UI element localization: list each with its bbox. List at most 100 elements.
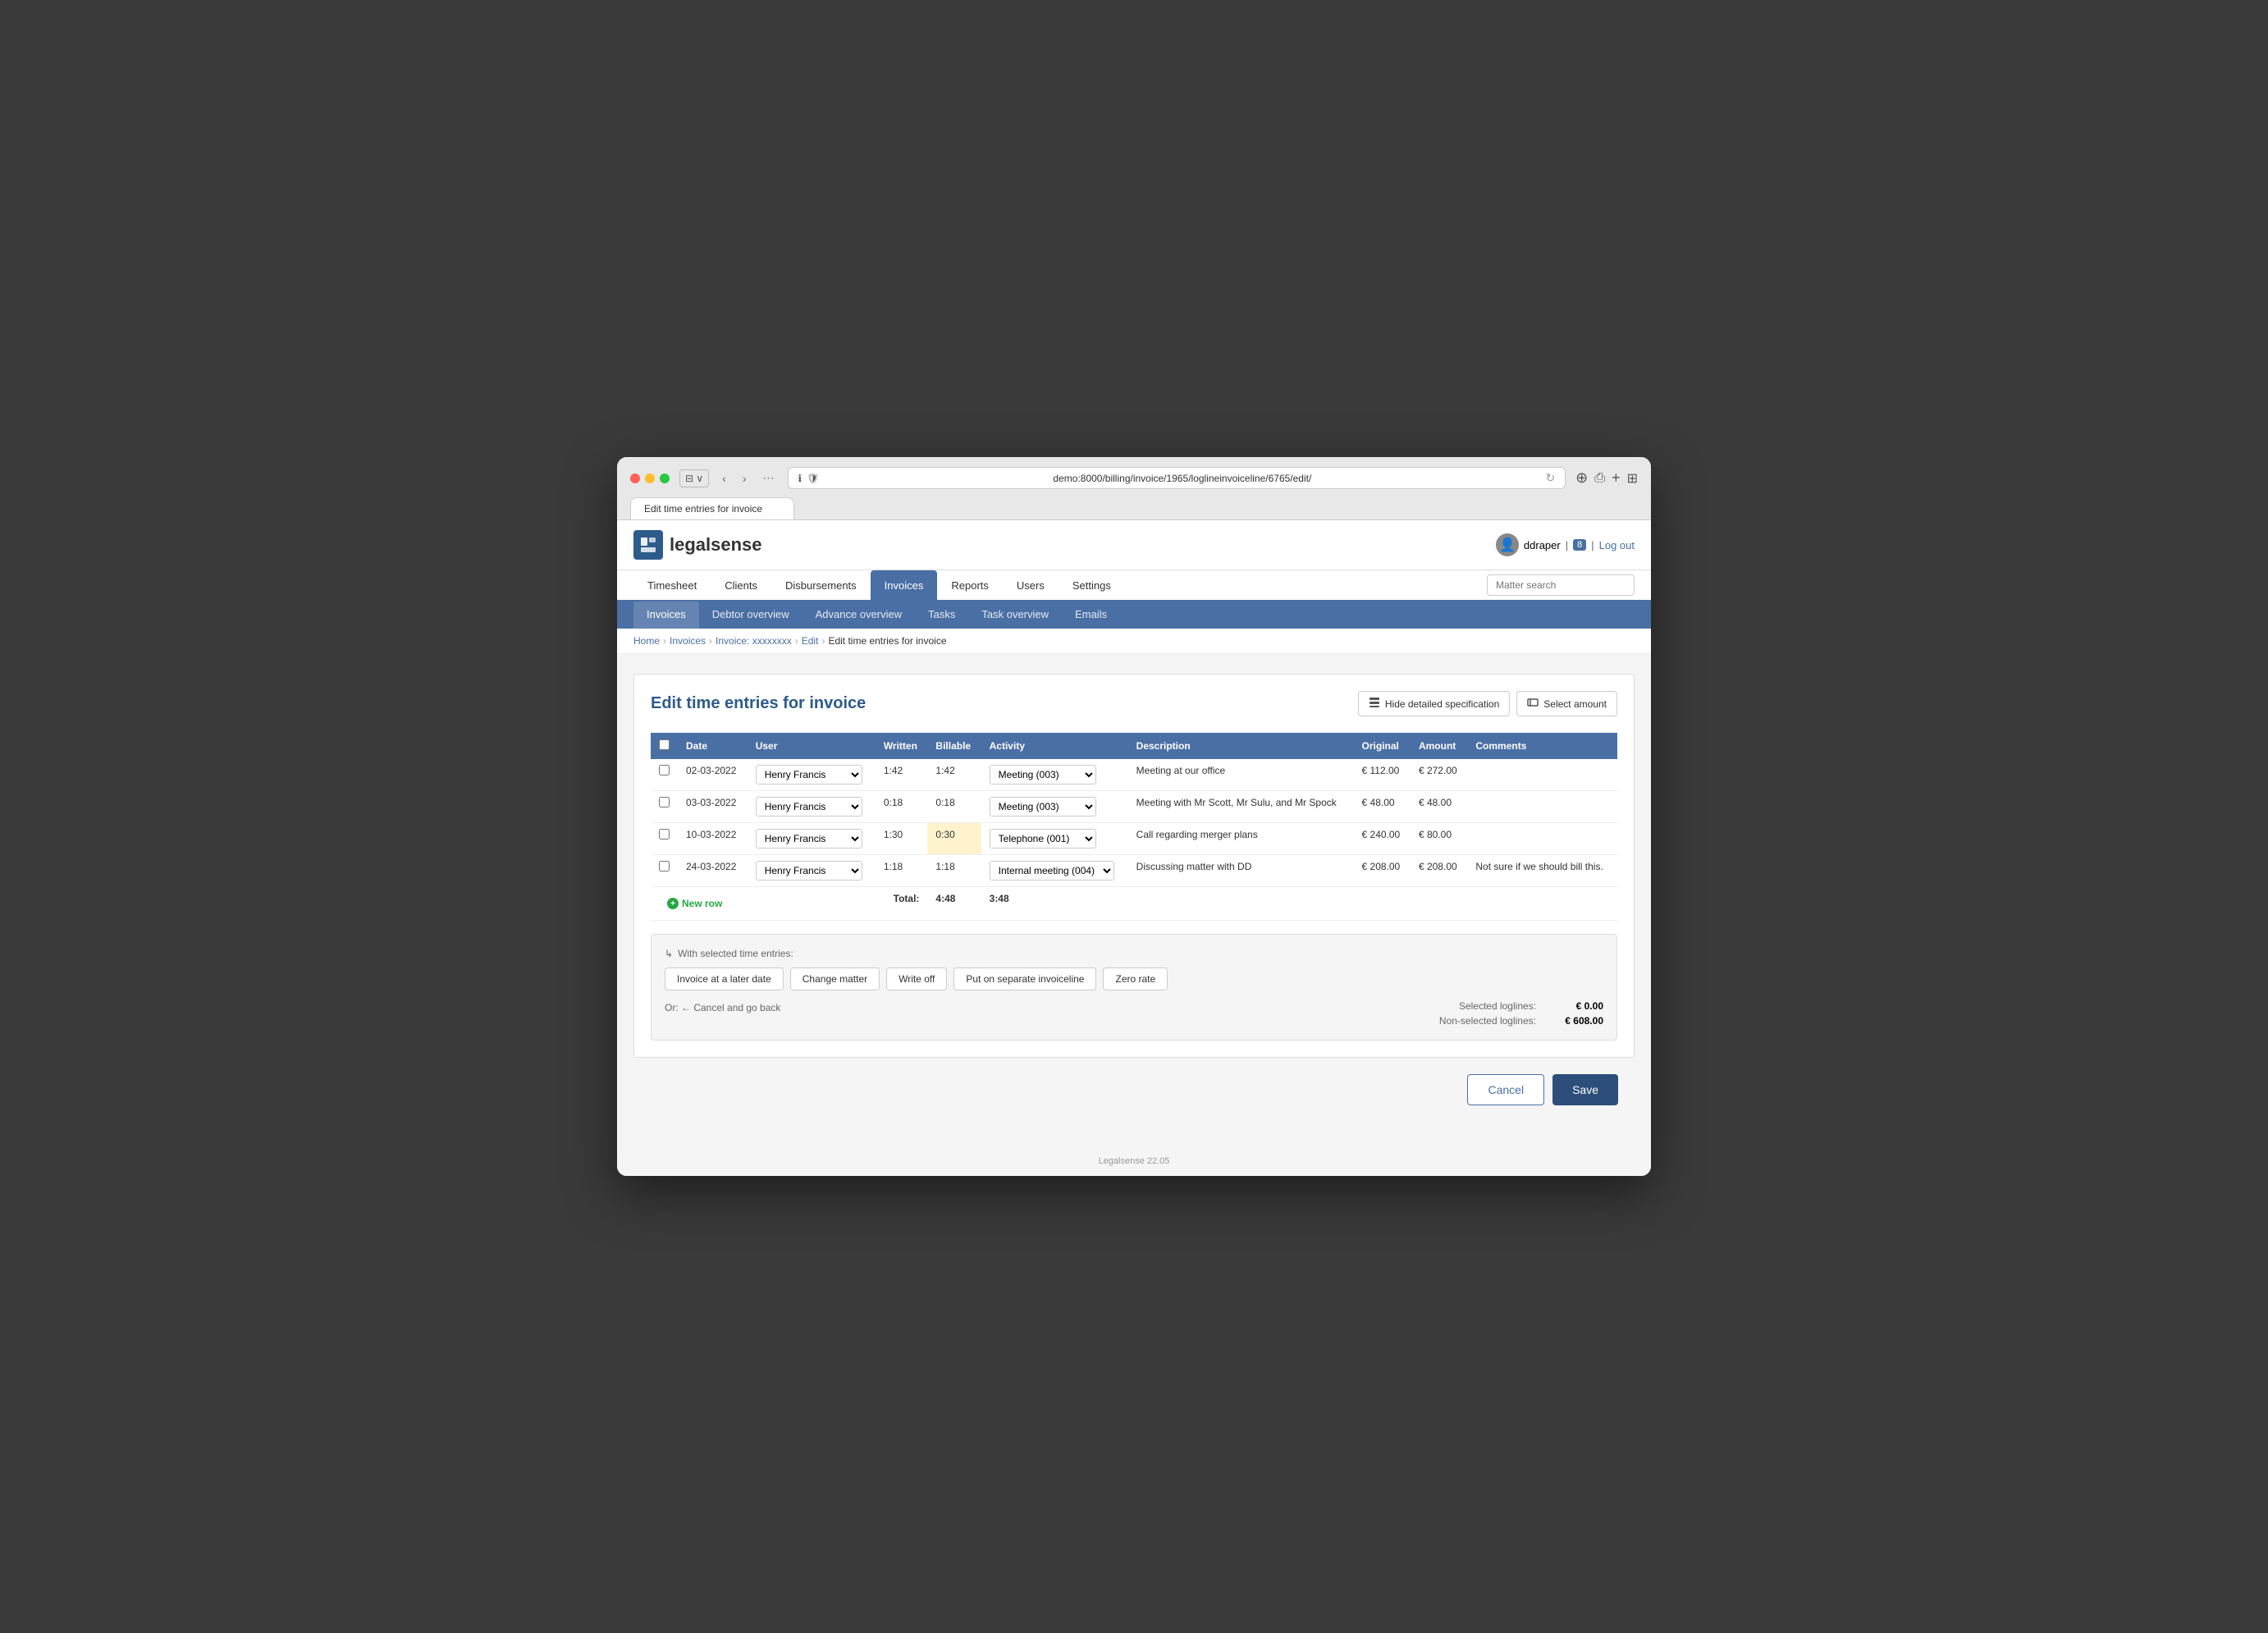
breadcrumb-invoices[interactable]: Invoices [670,635,706,647]
nav-clients[interactable]: Clients [711,570,771,600]
nav-users[interactable]: Users [1003,570,1059,600]
cell-user: Henry Francis [748,791,876,823]
user-select[interactable]: Henry Francis [756,765,862,784]
cell-written: 1:30 [876,823,928,855]
browser-window: ⊟ ∨ ‹ › ⋯ ℹ 🛡 demo:8000/billing/invoice/… [617,457,1651,1176]
user-select[interactable]: Henry Francis [756,861,862,881]
active-tab[interactable]: Edit time entries for invoice [630,497,794,519]
activity-select[interactable]: Meeting (003) [990,765,1096,784]
cell-comments [1467,759,1617,791]
address-bar[interactable]: ℹ 🛡 demo:8000/billing/invoice/1965/logli… [788,467,1566,489]
nav-disbursements[interactable]: Disbursements [771,570,871,600]
subnav-invoices[interactable]: Invoices [633,602,699,629]
cell-billable: 1:42 [927,759,981,791]
app-header: legalsense 👤 ddraper | 8 | Log out [617,520,1651,570]
activity-select[interactable]: Telephone (001) [990,829,1096,849]
cell-activity: Internal meeting (004) [981,855,1128,887]
row-checkbox[interactable] [659,829,670,839]
col-date: Date [678,733,748,759]
separate-invoiceline-button[interactable]: Put on separate invoiceline [953,967,1096,990]
new-row-total-row: + New row Total: 4:48 3:48 [651,887,1617,921]
actions-layout: Or: ← Cancel and go back Selected loglin… [665,1000,1603,1027]
invoice-later-button[interactable]: Invoice at a later date [665,967,784,990]
new-tab-icon[interactable]: + [1612,469,1621,487]
close-button[interactable] [630,473,640,483]
arrow-icon: ↳ [665,948,673,959]
cell-date: 03-03-2022 [678,791,748,823]
non-selected-loglines-value: € 608.00 [1546,1015,1603,1027]
select-amount-button[interactable]: Select amount [1516,691,1617,716]
page-title: Edit time entries for invoice [651,694,866,713]
breadcrumb: Home › Invoices › Invoice: xxxxxxxx › Ed… [617,629,1651,654]
extensions-icon[interactable]: ⊕ [1575,469,1588,487]
cell-amount: € 272.00 [1411,759,1467,791]
write-off-button[interactable]: Write off [886,967,947,990]
main-nav: Timesheet Clients Disbursements Invoices… [617,570,1651,602]
grid-button[interactable]: ⋯ [760,469,778,487]
cell-written: 1:18 [876,855,928,887]
total-label: Total: [876,887,928,921]
nav-timesheet[interactable]: Timesheet [633,570,711,600]
change-matter-button[interactable]: Change matter [790,967,880,990]
nav-reports[interactable]: Reports [937,570,1003,600]
selected-loglines-row: Selected loglines: € 0.00 [1459,1000,1603,1012]
reload-icon[interactable]: ↻ [1545,471,1555,485]
subnav-task-overview[interactable]: Task overview [968,602,1062,629]
selected-label: ↳ With selected time entries: [665,948,1603,959]
menu-icon[interactable]: ⊞ [1627,470,1638,487]
breadcrumb-edit[interactable]: Edit [802,635,819,647]
share-icon[interactable]: ⎙ [1594,471,1605,486]
breadcrumb-invoice[interactable]: Invoice: xxxxxxxx [716,635,792,647]
add-icon: + [667,898,679,909]
col-amount: Amount [1411,733,1467,759]
cell-written: 0:18 [876,791,928,823]
col-original: Original [1354,733,1411,759]
user-select[interactable]: Henry Francis [756,829,862,849]
sidebar-toggle-button[interactable]: ⊟ ∨ [679,469,709,487]
cell-date: 10-03-2022 [678,823,748,855]
app-content: legalsense 👤 ddraper | 8 | Log out Times… [617,520,1651,1176]
new-row-button[interactable]: + New row [659,893,739,914]
minimize-button[interactable] [645,473,655,483]
url-display: demo:8000/billing/invoice/1965/loglinein… [824,473,1540,484]
loglines-summary: Selected loglines: € 0.00 Non-selected l… [1439,1000,1603,1027]
row-checkbox[interactable] [659,765,670,775]
back-button[interactable]: ‹ [719,470,729,487]
maximize-button[interactable] [660,473,670,483]
subnav-advance-overview[interactable]: Advance overview [802,602,916,629]
row-checkbox[interactable] [659,797,670,807]
time-entries-table: Date User Written Billable Activity Desc… [651,733,1617,921]
save-button[interactable]: Save [1552,1074,1618,1105]
username: ddraper [1524,539,1561,551]
cell-user: Henry Francis [748,759,876,791]
zero-rate-button[interactable]: Zero rate [1103,967,1168,990]
hide-spec-button[interactable]: Hide detailed specification [1358,691,1510,716]
user-select[interactable]: Henry Francis [756,797,862,816]
matter-search-input[interactable] [1487,574,1635,596]
subnav-debtor-overview[interactable]: Debtor overview [699,602,802,629]
activity-select[interactable]: Internal meeting (004) [990,861,1114,881]
version-text: Legalsense 22.05 [1099,1156,1170,1166]
header-buttons: Hide detailed specification Select amoun… [1358,691,1617,716]
activity-select[interactable]: Meeting (003) [990,797,1096,816]
cell-amount: € 48.00 [1411,791,1467,823]
nav-invoices[interactable]: Invoices [871,570,938,600]
tab-bar: Edit time entries for invoice [630,497,1638,519]
select-all-checkbox[interactable] [659,739,670,750]
browser-actions: ⊕ ⎙ + ⊞ [1575,469,1638,487]
breadcrumb-current: Edit time entries for invoice [828,635,946,647]
logout-link[interactable]: Log out [1599,539,1635,551]
cancel-button[interactable]: Cancel [1467,1074,1544,1105]
subnav-emails[interactable]: Emails [1062,602,1120,629]
non-selected-loglines-row: Non-selected loglines: € 608.00 [1439,1015,1603,1027]
subnav-tasks[interactable]: Tasks [915,602,968,629]
avatar: 👤 [1496,533,1519,556]
breadcrumb-home[interactable]: Home [633,635,660,647]
forward-button[interactable]: › [739,470,750,487]
cancel-link[interactable]: Or: ← Cancel and go back [665,1002,1439,1013]
col-activity: Activity [981,733,1128,759]
row-checkbox[interactable] [659,861,670,871]
cell-date: 02-03-2022 [678,759,748,791]
cell-billable: 1:18 [927,855,981,887]
nav-settings[interactable]: Settings [1059,570,1125,600]
